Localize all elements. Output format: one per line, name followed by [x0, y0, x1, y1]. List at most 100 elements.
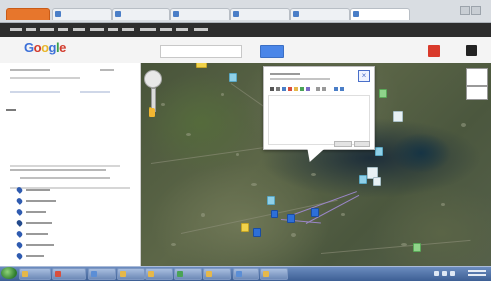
taskbar-item[interactable] [117, 268, 145, 280]
map-type-toggle[interactable] [466, 86, 488, 100]
gbar-link[interactable] [108, 28, 118, 31]
map-marker[interactable] [393, 111, 403, 122]
network-icon[interactable] [434, 271, 439, 276]
gbar-link[interactable] [194, 28, 208, 31]
description-textarea[interactable] [268, 95, 370, 145]
map-texture [161, 103, 165, 106]
map-marker[interactable] [267, 196, 275, 205]
undo-icon[interactable] [316, 87, 320, 91]
account-button[interactable] [466, 45, 477, 56]
gbar-link[interactable] [140, 28, 156, 31]
place-item[interactable] [26, 255, 44, 257]
gbar-link[interactable] [90, 28, 104, 31]
map-marker[interactable] [196, 63, 207, 68]
panel-item[interactable] [6, 109, 16, 111]
rich-text-icon[interactable] [340, 87, 344, 91]
gbar-link[interactable] [160, 28, 172, 31]
battery-icon[interactable] [450, 271, 455, 276]
taskbar-item[interactable] [145, 268, 173, 280]
map-marker[interactable] [379, 89, 387, 98]
gbar-link[interactable] [10, 28, 22, 31]
map-marker[interactable] [229, 73, 237, 82]
browser-tab[interactable] [52, 8, 112, 20]
map-marker[interactable] [271, 210, 278, 218]
map-marker[interactable] [287, 214, 295, 223]
place-item[interactable] [26, 189, 50, 191]
logo-letter: e [59, 40, 66, 55]
map-marker[interactable] [311, 208, 319, 217]
google-logo[interactable]: Google [24, 40, 66, 55]
redo-icon[interactable] [322, 87, 326, 91]
browser-tab[interactable] [230, 8, 290, 20]
indent-icon[interactable] [306, 87, 310, 91]
gbar-link[interactable] [26, 28, 36, 31]
map-marker[interactable] [413, 243, 421, 252]
browser-tab-active[interactable] [350, 8, 410, 20]
panel-divider [10, 165, 120, 167]
taskbar-item[interactable] [88, 268, 116, 280]
panel-action-link[interactable] [100, 69, 114, 71]
document-icon [91, 271, 97, 277]
maximize-icon[interactable] [471, 6, 481, 15]
pan-control[interactable] [144, 70, 162, 88]
folder-icon [22, 271, 28, 277]
browser-tab[interactable] [6, 8, 50, 20]
gbar-link[interactable] [73, 28, 85, 31]
search-input[interactable] [160, 45, 242, 58]
taskbar-item[interactable] [233, 268, 259, 280]
place-item[interactable] [26, 222, 52, 224]
clock-time[interactable] [468, 270, 486, 272]
bold-icon[interactable] [270, 87, 274, 91]
tab-favicon-icon [173, 11, 179, 17]
taskbar-item[interactable] [19, 268, 51, 280]
layer-title[interactable] [10, 169, 106, 171]
taskbar-item[interactable] [174, 268, 202, 280]
ok-button[interactable] [334, 141, 352, 147]
map-type-thumbnail[interactable] [466, 68, 488, 86]
gbar-link[interactable] [40, 28, 54, 31]
share-button[interactable] [428, 45, 440, 57]
info-window[interactable]: × [263, 66, 375, 150]
link-icon[interactable] [282, 87, 286, 91]
map-texture [201, 213, 205, 217]
taskbar-item[interactable] [260, 268, 288, 280]
gbar-link[interactable] [122, 28, 134, 31]
close-icon[interactable]: × [358, 70, 370, 82]
layer-subtitle [20, 177, 110, 179]
minimize-icon[interactable] [460, 6, 470, 15]
pegman-icon[interactable] [149, 108, 155, 117]
map-marker[interactable] [375, 147, 383, 156]
map-texture [186, 133, 191, 136]
panel-link[interactable] [80, 91, 110, 93]
place-item[interactable] [26, 211, 46, 213]
tab-favicon-icon [55, 11, 61, 17]
color-icon[interactable] [288, 87, 292, 91]
place-item[interactable] [26, 200, 56, 202]
taskbar-item[interactable] [52, 268, 86, 280]
taskbar-item[interactable] [203, 268, 231, 280]
cancel-button[interactable] [354, 141, 370, 147]
image-icon[interactable] [294, 87, 298, 91]
map-marker[interactable] [241, 223, 249, 232]
panel-link[interactable] [10, 91, 60, 93]
italic-icon[interactable] [276, 87, 280, 91]
volume-icon[interactable] [442, 271, 447, 276]
map-texture [251, 183, 257, 186]
list-icon[interactable] [300, 87, 304, 91]
search-button[interactable] [260, 45, 284, 58]
place-item[interactable] [26, 233, 48, 235]
clock-date[interactable] [468, 274, 486, 276]
html-icon[interactable] [334, 87, 338, 91]
browser-tab[interactable] [112, 8, 170, 20]
map-marker[interactable] [373, 177, 381, 186]
gbar-link[interactable] [176, 28, 188, 31]
map-marker[interactable] [253, 228, 261, 237]
browser-tab[interactable] [290, 8, 350, 20]
browser-tab[interactable] [170, 8, 230, 20]
start-button[interactable] [1, 267, 17, 279]
gbar-link[interactable] [58, 28, 68, 31]
map-texture [461, 123, 466, 127]
map-marker[interactable] [359, 175, 367, 184]
map-texture [341, 213, 345, 216]
place-item[interactable] [26, 244, 54, 246]
